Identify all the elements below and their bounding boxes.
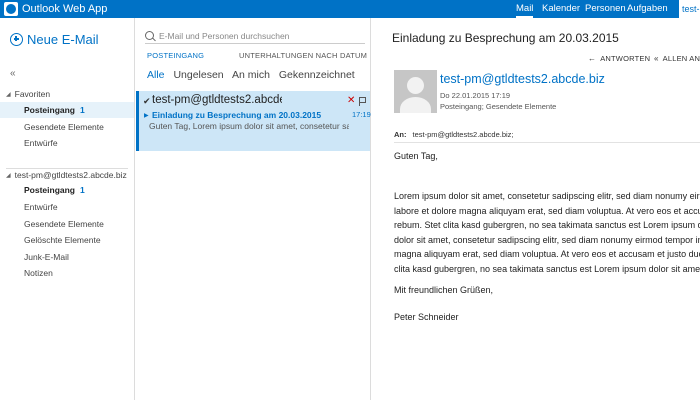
sent-date: Do 22.01.2015 17:19 [440,91,511,100]
recipients-line: An: test-pm@gtldtests2.abcde.biz; [394,130,514,139]
filter-bar: Alle Ungelesen An mich Gekennzeichnet [147,69,361,81]
recipient-address[interactable]: test-pm@gtldtests2.abcde.biz; [413,130,514,139]
body-line: labore et dolore magna aliquyam erat, se… [394,205,700,216]
body-line: Lorem ipsum dolor sit amet, consetetur s… [394,191,700,201]
message-list-pane: POSTEINGANG UNTERHALTUNGEN NACH DATUM▼ A… [134,18,377,400]
unread-count: 1 [80,105,85,115]
body-line: rebum. Stet clita kasd gubergren, no sea… [394,220,700,230]
body-closing: Mit freundlichen Grüßen, [394,285,494,295]
nav-tasks[interactable]: Aufgaben [627,0,668,18]
reply-label: ANTWORTEN [600,54,651,63]
folder-notes[interactable]: Notizen [0,265,134,281]
nav-people[interactable]: Personen [585,0,626,18]
account-label: test-pm@gtldtests2.abcde.biz [14,170,127,180]
sort-label: UNTERHALTUNGEN NACH DATUM [239,51,368,60]
body-line: clita kasd gubergren, no sea takimata sa… [394,263,700,274]
search-box[interactable] [145,28,365,44]
person-icon [407,77,424,94]
favorite-inbox[interactable]: Posteingang 1 [0,102,134,118]
reply-all-arrow-icon: « [654,54,659,63]
folder-label: Posteingang [24,185,76,195]
current-folder-label: POSTEINGANG [147,51,205,60]
expand-triangle-icon: ◢ [6,172,11,179]
favorite-sent[interactable]: Gesendete Elemente [0,119,134,135]
checkmark-icon[interactable]: ✔ [143,96,151,107]
favorite-drafts[interactable]: Entwürfe [0,135,134,151]
folder-label: Gesendete Elemente [24,219,104,229]
sender-address[interactable]: test-pm@gtldtests2.abcde.biz [440,72,605,86]
message-preview: Guten Tag, Lorem ipsum dolor sit amet, c… [149,121,349,131]
divider [394,142,700,143]
message-subject: Einladung zu Besprechung am 20.03.2015 [152,110,322,120]
app-title: Outlook Web App [22,3,108,15]
filter-to-me[interactable]: An mich [232,69,270,81]
reply-arrow-icon: ← [588,54,597,63]
top-bar: Outlook Web App Mail Kalender Personen A… [0,0,700,18]
body-line: magna aliquyam erat, sed diam voluptua. … [394,249,700,259]
folder-label: Junk-E-Mail [24,252,69,262]
unread-indicator-icon: ▶ [144,113,149,119]
account-header[interactable]: ◢ test-pm@gtldtests2.abcde.biz [6,170,127,180]
reading-pane: Einladung zu Besprechung am 20.03.2015 ←… [372,18,700,400]
folder-label: Entwürfe [24,138,58,148]
folder-deleted[interactable]: Gelöschte Elemente [0,232,134,248]
collapse-pane-button[interactable]: « [10,68,16,79]
body-greeting: Guten Tag, [394,151,438,161]
avatar [394,70,437,113]
divider [6,168,128,169]
reply-button[interactable]: ← ANTWORTEN [588,54,650,63]
unread-count: 1 [80,185,85,195]
message-sender: test-pm@gtldtests2.abcde.biz [152,94,282,106]
folder-label: Posteingang [24,105,76,115]
search-icon[interactable] [145,31,154,40]
folder-label: Entwürfe [24,202,58,212]
plus-circle-icon [10,32,23,46]
filter-all[interactable]: Alle [147,69,165,81]
outlook-logo-icon [4,2,18,16]
folder-pane: Neue E-Mail « ◢ Favoriten Posteingang 1 G… [0,18,134,400]
to-label: An: [394,130,407,139]
nav-mail[interactable]: Mail [516,0,534,18]
folder-label: Notizen [24,268,53,278]
message-time: 17:19 [352,110,371,119]
nav-calendar[interactable]: Kalender [542,0,580,18]
flag-icon[interactable] [359,97,367,106]
reading-subject: Einladung zu Besprechung am 20.03.2015 [392,31,619,45]
reply-all-label: ALLEN ANTWORTEN [662,54,700,63]
folder-junk[interactable]: Junk-E-Mail [0,249,134,265]
folder-drafts[interactable]: Entwürfe [0,199,134,215]
folder-sent[interactable]: Gesendete Elemente [0,216,134,232]
message-folders: Posteingang; Gesendete Elemente [440,102,557,111]
folder-inbox[interactable]: Posteingang 1 [0,182,134,198]
filter-flagged[interactable]: Gekennzeichnet [279,69,355,81]
search-input[interactable] [159,30,359,41]
filter-unread[interactable]: Ungelesen [173,69,223,81]
message-list-item[interactable]: ✔ test-pm@gtldtests2.abcde.biz ✕ ▶ Einla… [136,91,371,151]
expand-triangle-icon: ◢ [6,91,11,98]
folder-label: Gesendete Elemente [24,122,104,132]
folder-label: Gelöschte Elemente [24,235,101,245]
body-line: dolor sit amet, consetetur sadipscing el… [394,234,700,245]
user-menu[interactable]: test-p [679,0,700,18]
new-mail-button[interactable]: Neue E-Mail [10,30,99,48]
sort-dropdown[interactable]: UNTERHALTUNGEN NACH DATUM▼ [239,51,377,60]
body-signature: Peter Schneider [394,312,459,322]
delete-icon[interactable]: ✕ [347,95,355,106]
new-mail-label: Neue E-Mail [27,31,99,47]
reply-all-button[interactable]: «ALLEN ANTWORTEN [654,54,700,63]
favorites-label: Favoriten [14,89,51,99]
favorites-header[interactable]: ◢ Favoriten [6,89,50,99]
